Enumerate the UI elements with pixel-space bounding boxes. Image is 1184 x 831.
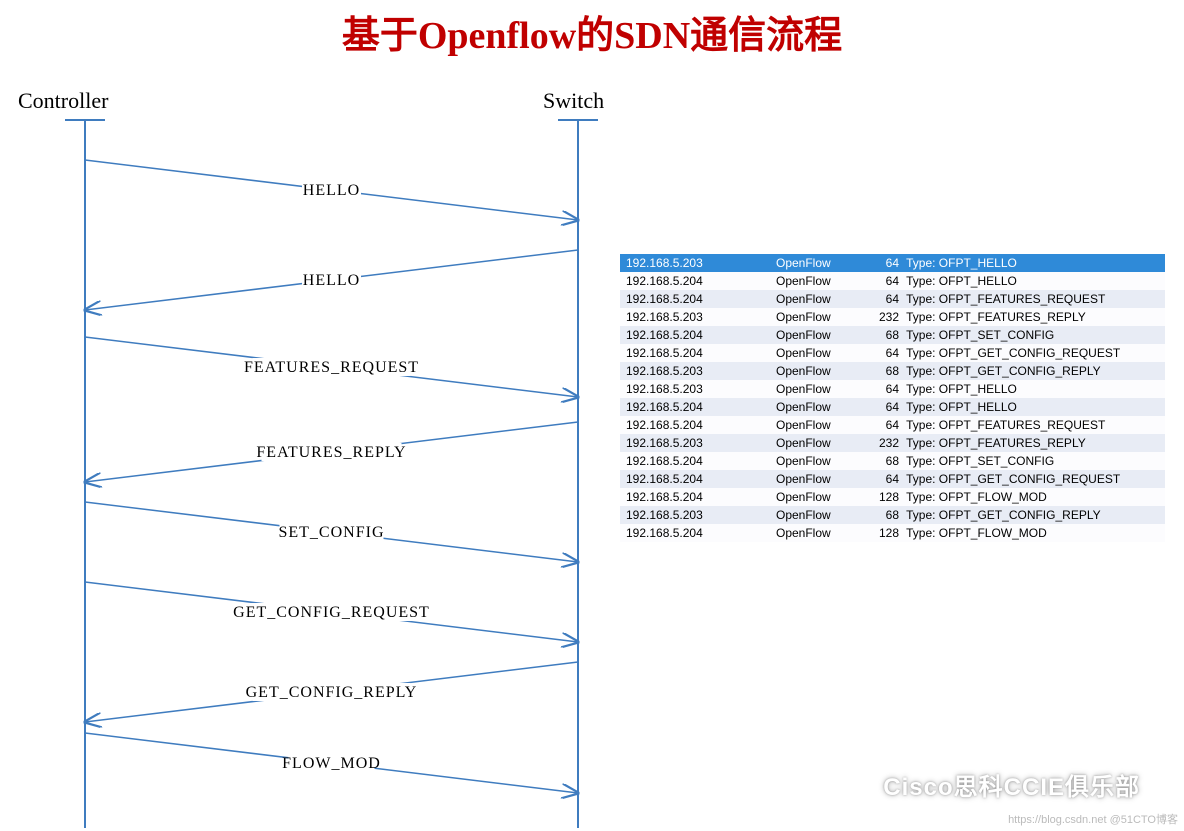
message-label: SET_CONFIG <box>278 524 384 541</box>
packet-len: 232 <box>861 308 899 326</box>
packet-row[interactable]: 192.168.5.204OpenFlow68 Type: OFPT_SET_C… <box>620 326 1165 344</box>
message-label: FLOW_MOD <box>282 755 381 772</box>
packet-proto: OpenFlow <box>776 488 861 506</box>
packet-row[interactable]: 192.168.5.203OpenFlow232 Type: OFPT_FEAT… <box>620 308 1165 326</box>
packet-proto: OpenFlow <box>776 398 861 416</box>
packet-len: 64 <box>861 416 899 434</box>
packet-proto: OpenFlow <box>776 326 861 344</box>
packet-row[interactable]: 192.168.5.204OpenFlow64 Type: OFPT_FEATU… <box>620 416 1165 434</box>
packet-proto: OpenFlow <box>776 290 861 308</box>
packet-ip: 192.168.5.204 <box>620 344 776 362</box>
packet-ip: 192.168.5.203 <box>620 434 776 452</box>
packet-ip: 192.168.5.204 <box>620 452 776 470</box>
packet-row[interactable]: 192.168.5.204OpenFlow64 Type: OFPT_HELLO <box>620 272 1165 290</box>
packet-ip: 192.168.5.203 <box>620 362 776 380</box>
packet-proto: OpenFlow <box>776 506 861 524</box>
packet-len: 64 <box>861 344 899 362</box>
packet-len: 64 <box>861 254 899 272</box>
packet-ip: 192.168.5.203 <box>620 254 776 272</box>
packet-len: 64 <box>861 398 899 416</box>
watermark-text: https://blog.csdn.net @51CTO博客 <box>1008 811 1178 827</box>
message-label: GET_CONFIG_REPLY <box>246 684 418 701</box>
packet-len: 64 <box>861 380 899 398</box>
packet-proto: OpenFlow <box>776 254 861 272</box>
packet-ip: 192.168.5.204 <box>620 398 776 416</box>
packet-info: Type: OFPT_GET_CONFIG_REPLY <box>899 506 1165 524</box>
packet-row[interactable]: 192.168.5.204OpenFlow64 Type: OFPT_FEATU… <box>620 290 1165 308</box>
packet-proto: OpenFlow <box>776 380 861 398</box>
packet-info: Type: OFPT_FEATURES_REQUEST <box>899 290 1165 308</box>
packet-ip: 192.168.5.204 <box>620 272 776 290</box>
packet-info: Type: OFPT_SET_CONFIG <box>899 326 1165 344</box>
packet-row[interactable]: 192.168.5.203OpenFlow68 Type: OFPT_GET_C… <box>620 506 1165 524</box>
packet-proto: OpenFlow <box>776 344 861 362</box>
packet-row[interactable]: 192.168.5.203OpenFlow232 Type: OFPT_FEAT… <box>620 434 1165 452</box>
packet-ip: 192.168.5.204 <box>620 416 776 434</box>
packet-ip: 192.168.5.204 <box>620 470 776 488</box>
packet-len: 68 <box>861 452 899 470</box>
packet-proto: OpenFlow <box>776 524 861 542</box>
packet-info: Type: OFPT_GET_CONFIG_REQUEST <box>899 344 1165 362</box>
packet-table: 192.168.5.203OpenFlow64 Type: OFPT_HELLO… <box>620 254 1165 542</box>
packet-ip: 192.168.5.203 <box>620 308 776 326</box>
packet-info: Type: OFPT_FEATURES_REPLY <box>899 308 1165 326</box>
packet-row[interactable]: 192.168.5.204OpenFlow64 Type: OFPT_GET_C… <box>620 344 1165 362</box>
packet-ip: 192.168.5.203 <box>620 380 776 398</box>
packet-len: 64 <box>861 290 899 308</box>
packet-len: 64 <box>861 470 899 488</box>
message-label: FEATURES_REPLY <box>256 444 406 461</box>
packet-row[interactable]: 192.168.5.203OpenFlow68 Type: OFPT_GET_C… <box>620 362 1165 380</box>
packet-ip: 192.168.5.204 <box>620 524 776 542</box>
packet-row[interactable]: 192.168.5.204OpenFlow68 Type: OFPT_SET_C… <box>620 452 1165 470</box>
packet-info: Type: OFPT_GET_CONFIG_REQUEST <box>899 470 1165 488</box>
packet-len: 68 <box>861 362 899 380</box>
packet-info: Type: OFPT_HELLO <box>899 380 1165 398</box>
packet-info: Type: OFPT_HELLO <box>899 254 1165 272</box>
packet-ip: 192.168.5.204 <box>620 488 776 506</box>
packet-proto: OpenFlow <box>776 470 861 488</box>
message-label: HELLO <box>303 272 360 289</box>
message-label: HELLO <box>303 182 360 199</box>
wechat-icon <box>858 768 884 794</box>
packet-info: Type: OFPT_FLOW_MOD <box>899 488 1165 506</box>
packet-row[interactable]: 192.168.5.203OpenFlow64 Type: OFPT_HELLO <box>620 254 1165 272</box>
packet-info: Type: OFPT_FLOW_MOD <box>899 524 1165 542</box>
packet-proto: OpenFlow <box>776 452 861 470</box>
packet-row[interactable]: 192.168.5.204OpenFlow64 Type: OFPT_HELLO <box>620 398 1165 416</box>
packet-row[interactable]: 192.168.5.204OpenFlow64 Type: OFPT_GET_C… <box>620 470 1165 488</box>
packet-len: 128 <box>861 488 899 506</box>
packet-len: 128 <box>861 524 899 542</box>
packet-info: Type: OFPT_HELLO <box>899 398 1165 416</box>
packet-info: Type: OFPT_SET_CONFIG <box>899 452 1165 470</box>
packet-proto: OpenFlow <box>776 434 861 452</box>
packet-info: Type: OFPT_GET_CONFIG_REPLY <box>899 362 1165 380</box>
logo-text: Cisco思科CCIE俱乐部 <box>883 767 1140 802</box>
packet-proto: OpenFlow <box>776 272 861 290</box>
packet-ip: 192.168.5.203 <box>620 506 776 524</box>
packet-info: Type: OFPT_FEATURES_REPLY <box>899 434 1165 452</box>
packet-len: 68 <box>861 326 899 344</box>
packet-row[interactable]: 192.168.5.203OpenFlow64 Type: OFPT_HELLO <box>620 380 1165 398</box>
packet-len: 232 <box>861 434 899 452</box>
packet-info: Type: OFPT_FEATURES_REQUEST <box>899 416 1165 434</box>
packet-len: 64 <box>861 272 899 290</box>
packet-row[interactable]: 192.168.5.204OpenFlow128 Type: OFPT_FLOW… <box>620 488 1165 506</box>
packet-row[interactable]: 192.168.5.204OpenFlow128 Type: OFPT_FLOW… <box>620 524 1165 542</box>
packet-len: 68 <box>861 506 899 524</box>
packet-proto: OpenFlow <box>776 362 861 380</box>
packet-info: Type: OFPT_HELLO <box>899 272 1165 290</box>
message-label: FEATURES_REQUEST <box>244 359 419 376</box>
packet-ip: 192.168.5.204 <box>620 290 776 308</box>
packet-proto: OpenFlow <box>776 416 861 434</box>
packet-ip: 192.168.5.204 <box>620 326 776 344</box>
message-label: GET_CONFIG_REQUEST <box>233 604 430 621</box>
packet-proto: OpenFlow <box>776 308 861 326</box>
